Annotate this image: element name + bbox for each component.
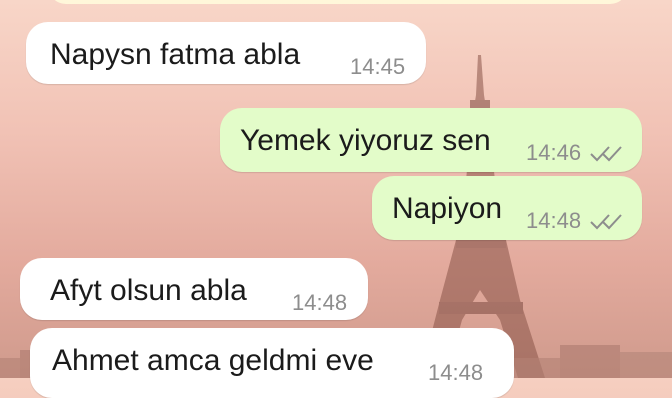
- message-text: Afyt olsun abla: [50, 274, 247, 307]
- message-time: 14:48: [526, 208, 582, 233]
- message-meta: 14:48: [428, 362, 483, 384]
- message-time: 14:45: [350, 54, 406, 79]
- message-time: 14:48: [292, 290, 348, 315]
- message-meta: 14:46: [526, 142, 623, 164]
- message-meta: 14:48: [526, 210, 623, 232]
- message-meta: 14:48: [292, 292, 347, 314]
- message-time: 14:48: [428, 360, 484, 385]
- message-meta: 14:45: [350, 56, 405, 78]
- message-text: Yemek yiyoruz sen: [240, 124, 491, 157]
- message-text: Napiyon: [392, 192, 503, 225]
- message-bubble-incoming[interactable]: Ahmet amca geldmi eve 14:48: [30, 328, 514, 398]
- message-bubble-incoming[interactable]: Napysn fatma abla 14:45: [26, 22, 426, 84]
- double-check-icon: [590, 146, 622, 162]
- message-text: Napysn fatma abla: [50, 38, 301, 71]
- message-text: Ahmet amca geldmi eve: [52, 344, 374, 377]
- previous-message-bubble: [48, 0, 628, 4]
- double-check-icon: [590, 214, 622, 230]
- message-time: 14:46: [526, 140, 582, 165]
- message-bubble-outgoing[interactable]: Napiyon 14:48: [372, 176, 642, 240]
- message-bubble-outgoing[interactable]: Yemek yiyoruz sen 14:46: [220, 108, 642, 172]
- message-bubble-incoming[interactable]: Afyt olsun abla 14:48: [20, 258, 368, 320]
